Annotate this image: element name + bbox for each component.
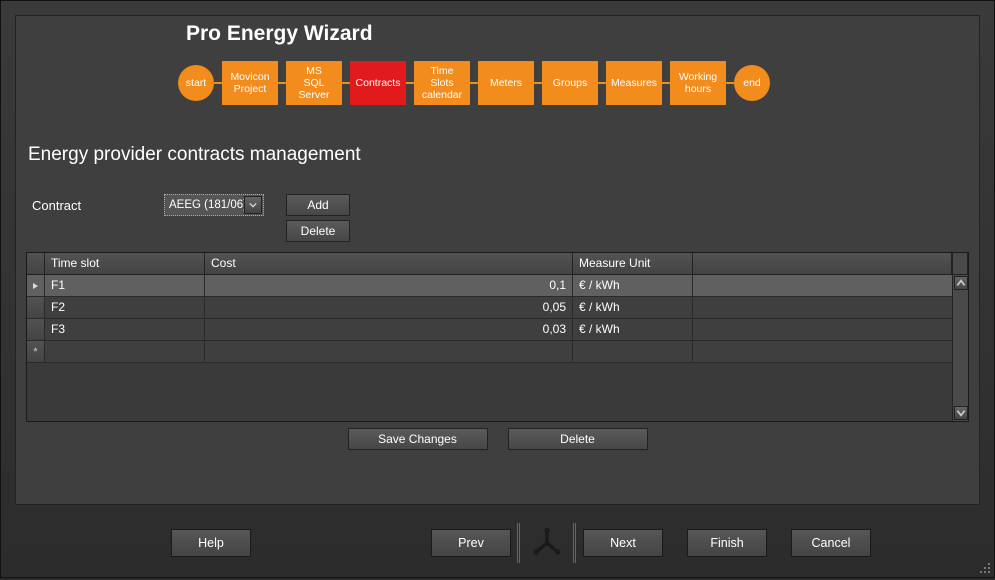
separator-icon <box>573 523 577 563</box>
table-row[interactable]: F10,1€ / kWh <box>27 275 968 297</box>
new-row-icon: * <box>27 341 45 363</box>
table-row[interactable]: F20,05€ / kWh <box>27 297 968 319</box>
grid-header-spacer <box>693 253 952 275</box>
finish-button[interactable]: Finish <box>687 529 767 557</box>
row-indicator-icon <box>27 297 45 319</box>
flow-connector <box>726 82 734 84</box>
flow-step-6[interactable]: Measures <box>606 61 662 105</box>
grid-body: F10,1€ / kWhF20,05€ / kWhF30,03€ / kWh* <box>27 275 968 421</box>
contract-label: Contract <box>32 194 142 213</box>
next-button[interactable]: Next <box>583 529 663 557</box>
cell-unit[interactable]: € / kWh <box>573 319 693 341</box>
flow-step-2[interactable]: Contracts <box>350 61 406 105</box>
flow-connector <box>214 82 222 84</box>
contract-row: Contract AEEG (181/06) Add Delete <box>32 194 350 242</box>
wizard-flow: startMoviconProjectMSSQLServerContractsT… <box>178 54 770 112</box>
chevron-down-icon[interactable] <box>244 196 262 214</box>
grid-header: Time slot Cost Measure Unit <box>27 253 968 275</box>
main-panel: Pro Energy Wizard startMoviconProjectMSS… <box>15 15 980 505</box>
section-title: Energy provider contracts management <box>28 144 361 166</box>
cell-cost[interactable]: 0,05 <box>205 297 573 319</box>
flow-step-1[interactable]: MSSQLServer <box>286 61 342 105</box>
cell-timeslot[interactable]: F3 <box>45 319 205 341</box>
grid-header-scroll <box>952 253 968 275</box>
table-row-new[interactable]: * <box>27 341 968 363</box>
cell-unit[interactable]: € / kWh <box>573 275 693 297</box>
cell-spacer <box>693 341 968 363</box>
table-row[interactable]: F30,03€ / kWh <box>27 319 968 341</box>
scroll-up-icon[interactable] <box>954 276 968 290</box>
row-indicator-icon <box>27 319 45 341</box>
contract-select-value: AEEG (181/06) <box>165 199 244 211</box>
flow-connector <box>598 82 606 84</box>
contract-buttons: Add Delete <box>286 194 350 242</box>
scroll-down-icon[interactable] <box>954 406 968 420</box>
flow-connector <box>662 82 670 84</box>
grid-header-unit[interactable]: Measure Unit <box>573 253 693 275</box>
cell-cost[interactable]: 0,03 <box>205 319 573 341</box>
flow-start: start <box>178 65 214 101</box>
cell-timeslot[interactable] <box>45 341 205 363</box>
cell-timeslot[interactable]: F2 <box>45 297 205 319</box>
cell-spacer <box>693 297 968 319</box>
cell-unit[interactable]: € / kWh <box>573 297 693 319</box>
flow-connector <box>470 82 478 84</box>
save-changes-button[interactable]: Save Changes <box>348 428 488 450</box>
footer: Help Prev Next Finish <box>1 521 994 565</box>
flow-step-3[interactable]: TimeSlotscalendar <box>414 61 470 105</box>
rates-grid: Time slot Cost Measure Unit F10,1€ / kWh… <box>26 252 969 422</box>
flow-step-5[interactable]: Groups <box>542 61 598 105</box>
cell-unit[interactable] <box>573 341 693 363</box>
scrollbar[interactable] <box>952 275 968 421</box>
separator-icon <box>517 523 521 563</box>
flow-connector <box>342 82 350 84</box>
flow-connector <box>534 82 542 84</box>
grid-actions: Save Changes Delete <box>16 428 979 450</box>
footer-right: Finish Cancel <box>687 529 871 557</box>
flow-step-4[interactable]: Meters <box>478 61 534 105</box>
footer-middle: Prev Next <box>431 523 663 563</box>
wizard-window: Pro Energy Wizard startMoviconProjectMSS… <box>0 0 995 578</box>
grid-header-indicator <box>27 253 45 275</box>
cell-spacer <box>693 275 968 297</box>
contract-select[interactable]: AEEG (181/06) <box>164 194 264 216</box>
help-button[interactable]: Help <box>171 529 251 557</box>
flow-step-0[interactable]: MoviconProject <box>222 61 278 105</box>
cancel-button[interactable]: Cancel <box>791 529 871 557</box>
flow-step-7[interactable]: Workinghours <box>670 61 726 105</box>
resize-grip-icon[interactable] <box>978 561 992 575</box>
cell-cost[interactable] <box>205 341 573 363</box>
flow-end: end <box>734 65 770 101</box>
prev-button[interactable]: Prev <box>431 529 511 557</box>
delete-row-button[interactable]: Delete <box>508 428 648 450</box>
wizard-title: Pro Energy Wizard <box>186 22 373 46</box>
flow-connector <box>278 82 286 84</box>
flow-connector <box>406 82 414 84</box>
add-button[interactable]: Add <box>286 194 350 216</box>
cell-spacer <box>693 319 968 341</box>
logo-icon <box>529 525 565 561</box>
cell-timeslot[interactable]: F1 <box>45 275 205 297</box>
grid-header-timeslot[interactable]: Time slot <box>45 253 205 275</box>
row-indicator-icon <box>27 275 45 297</box>
cell-cost[interactable]: 0,1 <box>205 275 573 297</box>
grid-header-cost[interactable]: Cost <box>205 253 573 275</box>
delete-contract-button[interactable]: Delete <box>286 220 350 242</box>
